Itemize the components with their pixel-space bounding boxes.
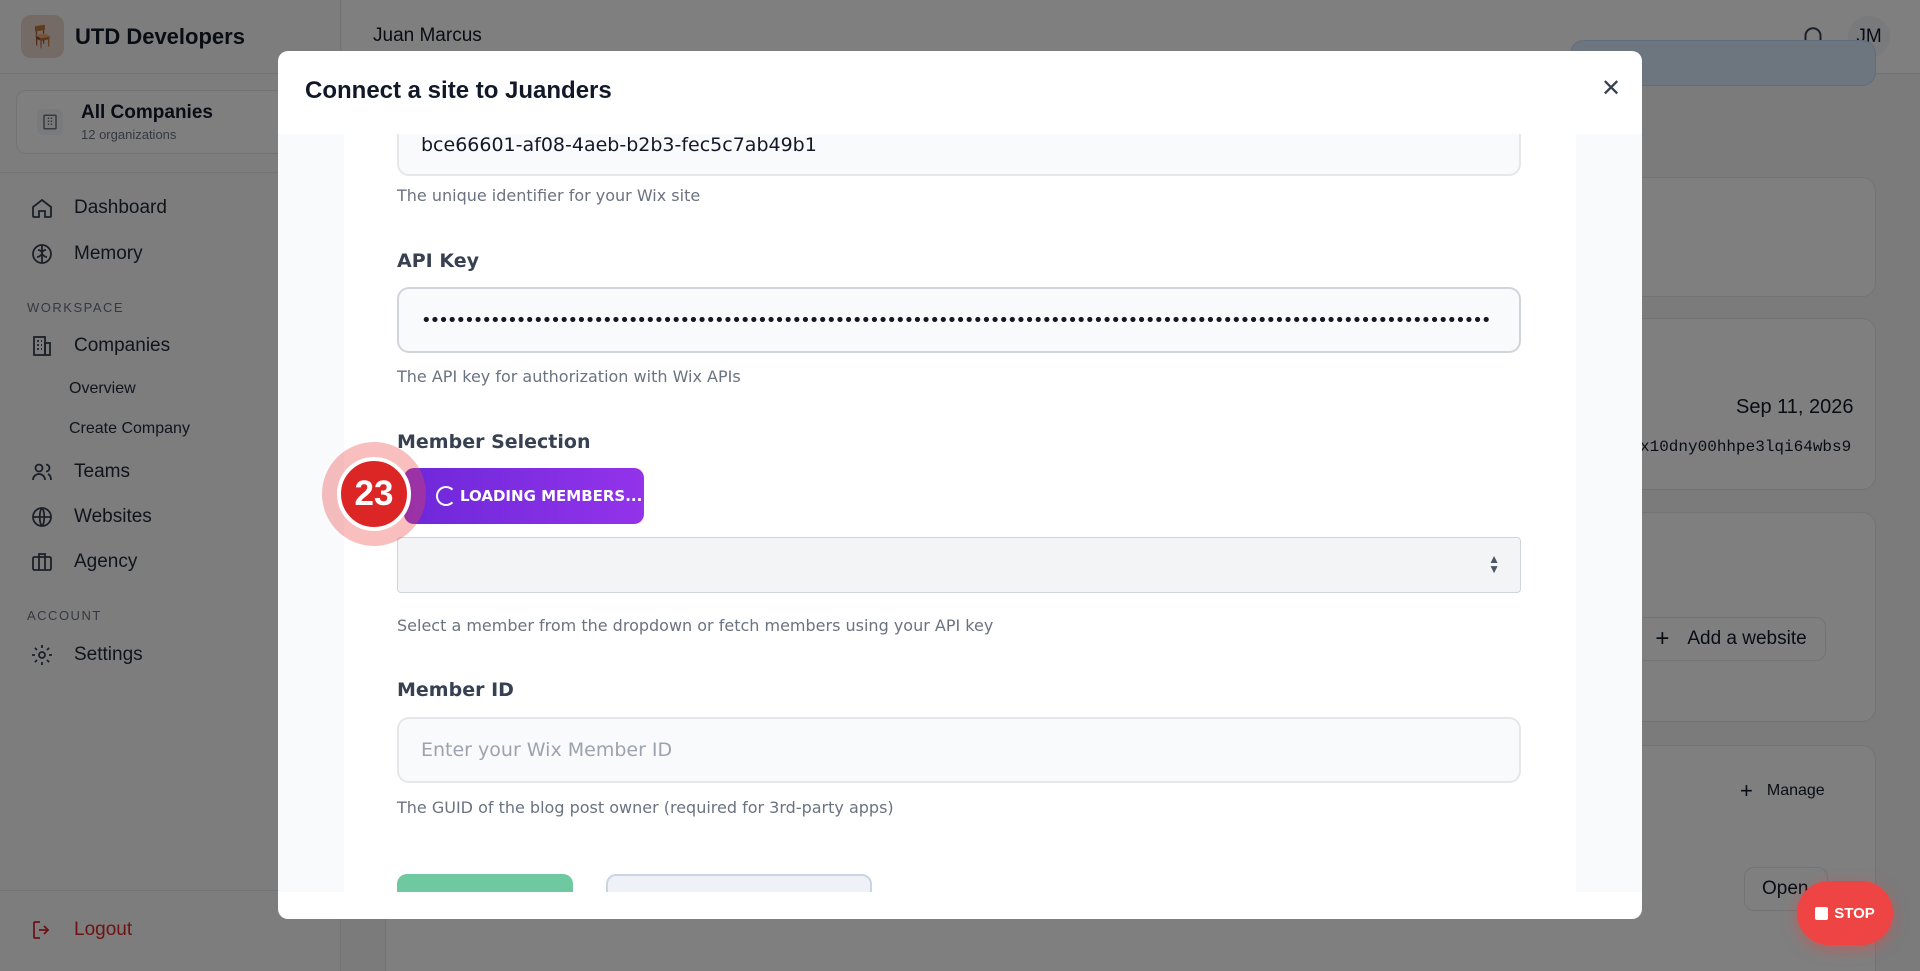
stop-label: STOP [1834, 904, 1875, 922]
connect-site-dialog: Connect a site to Juanders ✕ bce66601-af… [278, 51, 1642, 919]
step-number: 23 [337, 457, 411, 531]
submit-button[interactable] [397, 874, 573, 892]
step-number-badge: 23 [322, 442, 426, 546]
close-icon[interactable]: ✕ [1596, 73, 1626, 103]
member-id-help: The GUID of the blog post owner (require… [397, 798, 894, 817]
sort-caret-icon: ▲ ▼ [1488, 552, 1500, 576]
member-selection-label: Member Selection [397, 431, 591, 453]
form-panel: bce66601-af08-4aeb-b2b3-fec5c7ab49b1 The… [344, 134, 1576, 892]
dialog-body[interactable]: bce66601-af08-4aeb-b2b3-fec5c7ab49b1 The… [278, 134, 1642, 892]
site-id-help: The unique identifier for your Wix site [397, 186, 701, 205]
api-key-help: The API key for authorization with Wix A… [397, 367, 741, 386]
stop-icon [1815, 906, 1829, 920]
loading-members-button[interactable]: LOADING MEMBERS... [404, 468, 644, 524]
dialog-title: Connect a site to Juanders [305, 77, 612, 104]
api-key-label: API Key [397, 250, 479, 272]
stop-button[interactable]: STOP [1797, 881, 1893, 945]
member-id-label: Member ID [397, 679, 514, 701]
loading-members-label: LOADING MEMBERS... [460, 487, 643, 505]
member-id-input[interactable]: Enter your Wix Member ID [397, 717, 1521, 783]
site-id-input[interactable]: bce66601-af08-4aeb-b2b3-fec5c7ab49b1 [397, 134, 1521, 176]
member-select-help: Select a member from the dropdown or fet… [397, 616, 994, 635]
api-key-input[interactable]: ••••••••••••••••••••••••••••••••••••••••… [397, 287, 1521, 353]
cancel-button[interactable] [606, 874, 872, 892]
spinner-icon [436, 486, 456, 506]
member-select[interactable]: ▲ ▼ [397, 537, 1521, 593]
